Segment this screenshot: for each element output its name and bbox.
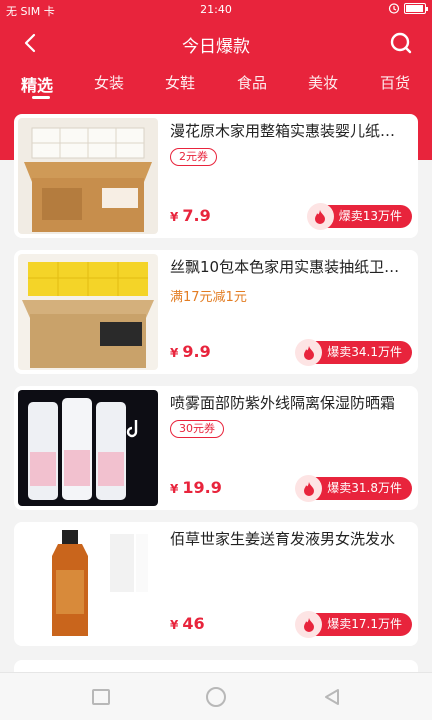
product-title: 丝飘10包本色家用实惠装抽纸卫生纸 <box>170 258 410 276</box>
system-nav-bar <box>0 672 432 720</box>
active-tab-indicator <box>32 96 50 99</box>
coupon-badge: 2元券 <box>170 148 217 166</box>
sales-badge: 爆卖13万件 <box>306 203 412 230</box>
sales-count: 爆卖17.1万件 <box>327 617 402 631</box>
tab-selected[interactable]: 精选 <box>21 72 53 96</box>
search-icon[interactable] <box>386 28 416 58</box>
page-title: 今日爆款 <box>182 37 250 57</box>
product-price: ¥9.9 <box>170 342 211 361</box>
product-image <box>18 254 158 370</box>
tab-beauty[interactable]: 美妆 <box>308 72 338 93</box>
sales-badge: 爆卖34.1万件 <box>295 339 412 366</box>
tab-food[interactable]: 食品 <box>237 72 267 93</box>
battery-icon <box>404 2 428 14</box>
tab-women-shoes[interactable]: 女鞋 <box>165 72 195 93</box>
product-price: ¥19.9 <box>170 478 222 497</box>
recent-apps-icon[interactable] <box>92 689 110 705</box>
category-tabs: 精选 女装 女鞋 食品 美妆 百货 <box>0 64 432 104</box>
alarm-icon <box>388 3 400 14</box>
product-title: 佰草世家生姜送育发液男女洗发水 <box>170 530 396 548</box>
tab-women-clothing[interactable]: 女装 <box>94 72 124 93</box>
promotion-label: 满17元减1元 <box>170 290 247 305</box>
product-price: ¥7.9 <box>170 206 211 225</box>
product-image <box>18 118 158 234</box>
fire-icon <box>295 339 323 366</box>
fire-icon <box>306 203 334 230</box>
product-card[interactable]: 佰草世家生姜送育发液男女洗发水 ¥46 爆卖17.1万件 <box>14 522 418 646</box>
home-icon[interactable] <box>206 687 226 707</box>
product-card[interactable]: 喷雾面部防紫外线隔离保湿防晒霜 30元券 ¥19.9 爆卖31.8万件 <box>14 386 418 510</box>
tab-general[interactable]: 百货 <box>380 72 410 93</box>
coupon-badge: 30元券 <box>170 420 224 438</box>
nav-bar: 今日爆款 <box>0 24 432 62</box>
sales-badge: 爆卖31.8万件 <box>295 475 412 502</box>
product-card[interactable]: 漫花原木家用整箱实惠装婴儿纸巾抽纸 2元券 ¥7.9 爆卖13万件 <box>14 114 418 238</box>
product-card[interactable]: 丝飘10包本色家用实惠装抽纸卫生纸 满17元减1元 ¥9.9 爆卖34.1万件 <box>14 250 418 374</box>
product-title: 喷雾面部防紫外线隔离保湿防晒霜 <box>170 394 396 412</box>
fire-icon <box>295 475 323 502</box>
product-image <box>18 390 158 506</box>
status-bar: 无 SIM 卡 21:40 <box>0 0 432 20</box>
status-icons <box>388 2 428 14</box>
product-title: 漫花原木家用整箱实惠装婴儿纸巾抽纸 <box>170 122 410 140</box>
fire-icon <box>295 611 323 638</box>
product-image <box>18 526 158 642</box>
product-price: ¥46 <box>170 614 205 633</box>
status-time: 21:40 <box>200 3 232 16</box>
sales-count: 爆卖13万件 <box>338 209 402 223</box>
sales-badge: 爆卖17.1万件 <box>295 611 412 638</box>
sales-count: 爆卖31.8万件 <box>327 481 402 495</box>
back-triangle-icon[interactable] <box>322 687 342 707</box>
sales-count: 爆卖34.1万件 <box>327 345 402 359</box>
